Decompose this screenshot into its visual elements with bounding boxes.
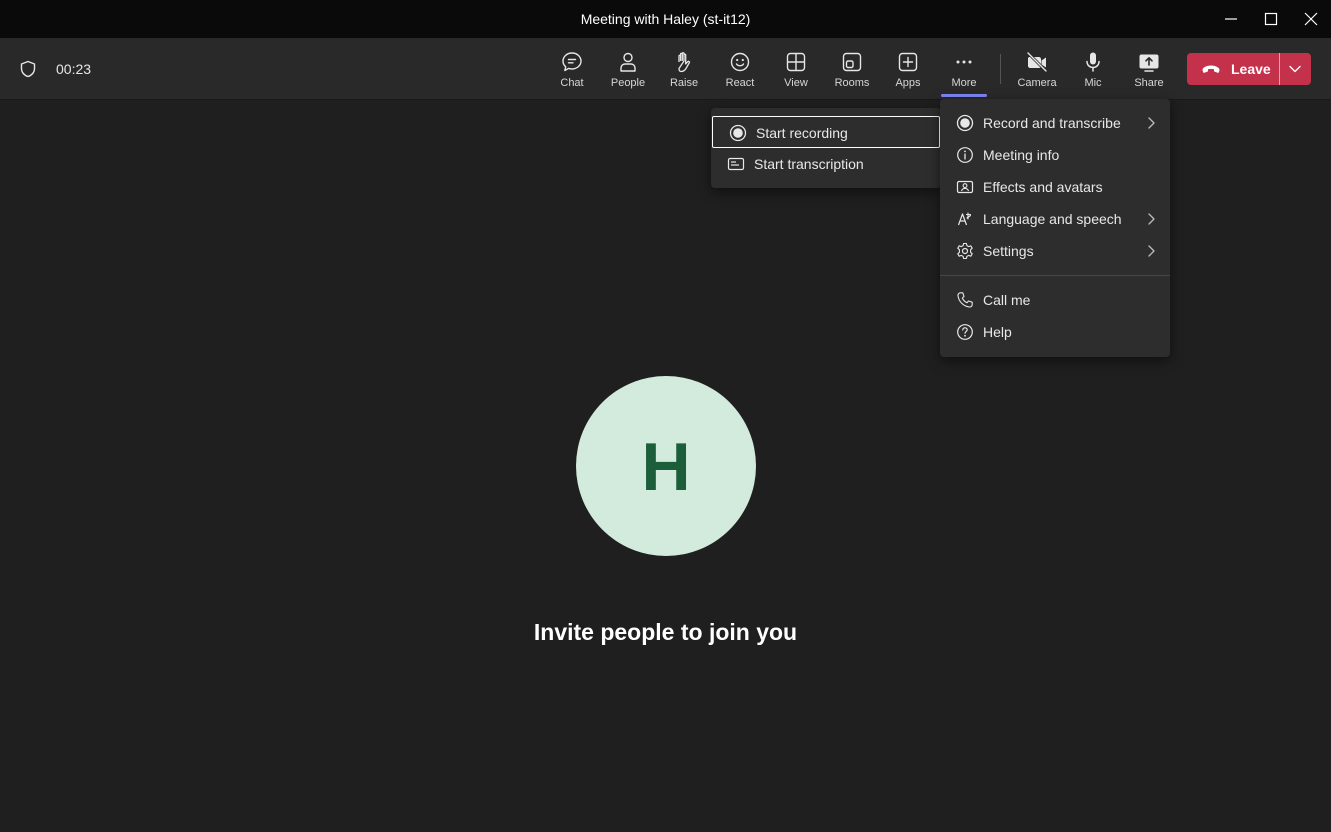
meeting-info-item[interactable]: Meeting info xyxy=(940,139,1170,171)
apps-icon xyxy=(898,52,918,72)
people-label: People xyxy=(610,77,646,89)
rooms-icon xyxy=(842,52,862,72)
close-icon xyxy=(1304,12,1318,26)
language-and-speech-item[interactable]: Language and speech xyxy=(940,203,1170,235)
help-item[interactable]: Help xyxy=(940,316,1170,348)
view-icon xyxy=(786,52,806,72)
camera-off-icon xyxy=(1026,51,1048,73)
meeting-timer: 00:23 xyxy=(56,61,92,77)
apps-button[interactable]: Apps xyxy=(881,38,935,100)
people-button[interactable]: People xyxy=(601,38,655,100)
view-label: View xyxy=(784,77,808,89)
effects-icon xyxy=(956,180,974,194)
raise-hand-icon xyxy=(678,52,691,73)
maximize-icon xyxy=(1264,12,1278,26)
help-label: Help xyxy=(983,324,1012,340)
leave-dropdown-button[interactable] xyxy=(1280,53,1311,85)
title-bar: Meeting with Haley (st-it12) xyxy=(0,0,1331,38)
chevron-right-icon xyxy=(1148,117,1155,129)
minimize-icon xyxy=(1225,18,1237,20)
more-menu: Record and transcribe Meeting info Effec… xyxy=(940,99,1170,357)
chevron-down-icon xyxy=(1289,65,1301,73)
chat-icon xyxy=(562,52,582,72)
react-label: React xyxy=(725,77,755,89)
help-icon xyxy=(957,324,973,340)
chat-button[interactable]: Chat xyxy=(545,38,599,100)
minimize-button[interactable] xyxy=(1211,0,1251,38)
share-label: Share xyxy=(1134,77,1164,89)
language-and-speech-label: Language and speech xyxy=(983,211,1122,227)
more-active-indicator xyxy=(941,94,987,97)
chevron-right-icon xyxy=(1148,245,1155,257)
language-icon xyxy=(957,212,972,226)
phone-icon xyxy=(957,292,973,308)
gear-icon xyxy=(957,242,973,260)
record-icon xyxy=(729,124,747,142)
mic-button[interactable]: Mic xyxy=(1066,38,1120,100)
start-recording-label: Start recording xyxy=(756,125,848,141)
maximize-button[interactable] xyxy=(1251,0,1291,38)
meeting-toolbar: 00:23 Chat People Raise React View Rooms… xyxy=(0,38,1331,100)
chat-label: Chat xyxy=(560,77,584,89)
toolbar-divider xyxy=(1000,54,1001,84)
record-and-transcribe-label: Record and transcribe xyxy=(983,115,1121,131)
settings-item[interactable]: Settings xyxy=(940,235,1170,267)
share-icon xyxy=(1139,54,1159,72)
record-icon xyxy=(956,114,974,132)
transcript-icon xyxy=(727,157,745,171)
hang-up-icon xyxy=(1202,65,1220,73)
start-transcription-label: Start transcription xyxy=(754,156,864,172)
effects-and-avatars-item[interactable]: Effects and avatars xyxy=(940,171,1170,203)
mic-icon xyxy=(1086,52,1100,72)
call-me-item[interactable]: Call me xyxy=(940,284,1170,316)
more-icon xyxy=(956,60,972,64)
chevron-right-icon xyxy=(1148,213,1155,225)
call-me-label: Call me xyxy=(983,292,1031,308)
leave-label: Leave xyxy=(1231,61,1271,77)
view-button[interactable]: View xyxy=(769,38,823,100)
avatar: H xyxy=(576,376,756,556)
leave-button[interactable]: Leave xyxy=(1187,53,1279,85)
react-button[interactable]: React xyxy=(713,38,767,100)
avatar-initial: H xyxy=(641,429,691,505)
invite-message: Invite people to join you xyxy=(533,619,798,645)
settings-label: Settings xyxy=(983,243,1034,259)
info-icon xyxy=(957,147,973,163)
record-submenu: Start recording Start transcription xyxy=(711,108,941,188)
menu-divider xyxy=(940,275,1170,276)
close-button[interactable] xyxy=(1291,0,1331,38)
share-button[interactable]: Share xyxy=(1122,38,1176,100)
react-icon xyxy=(730,52,750,72)
record-and-transcribe-item[interactable]: Record and transcribe xyxy=(940,107,1170,139)
camera-button[interactable]: Camera xyxy=(1010,38,1064,100)
raise-label: Raise xyxy=(669,77,699,89)
leave-button-group: Leave xyxy=(1187,53,1311,85)
mic-label: Mic xyxy=(1084,77,1102,89)
effects-and-avatars-label: Effects and avatars xyxy=(983,179,1103,195)
window-title: Meeting with Haley (st-it12) xyxy=(580,11,751,27)
shield-icon[interactable] xyxy=(19,60,37,78)
more-button[interactable]: More xyxy=(937,38,991,100)
start-transcription-item[interactable]: Start transcription xyxy=(711,148,941,180)
more-label: More xyxy=(951,77,977,89)
camera-label: Camera xyxy=(1017,77,1057,89)
rooms-button[interactable]: Rooms xyxy=(825,38,879,100)
start-recording-item[interactable]: Start recording xyxy=(712,116,940,148)
people-icon xyxy=(620,52,636,72)
apps-label: Apps xyxy=(895,77,921,89)
meeting-info-label: Meeting info xyxy=(983,147,1060,163)
rooms-label: Rooms xyxy=(834,77,870,89)
raise-hand-button[interactable]: Raise xyxy=(657,38,711,100)
